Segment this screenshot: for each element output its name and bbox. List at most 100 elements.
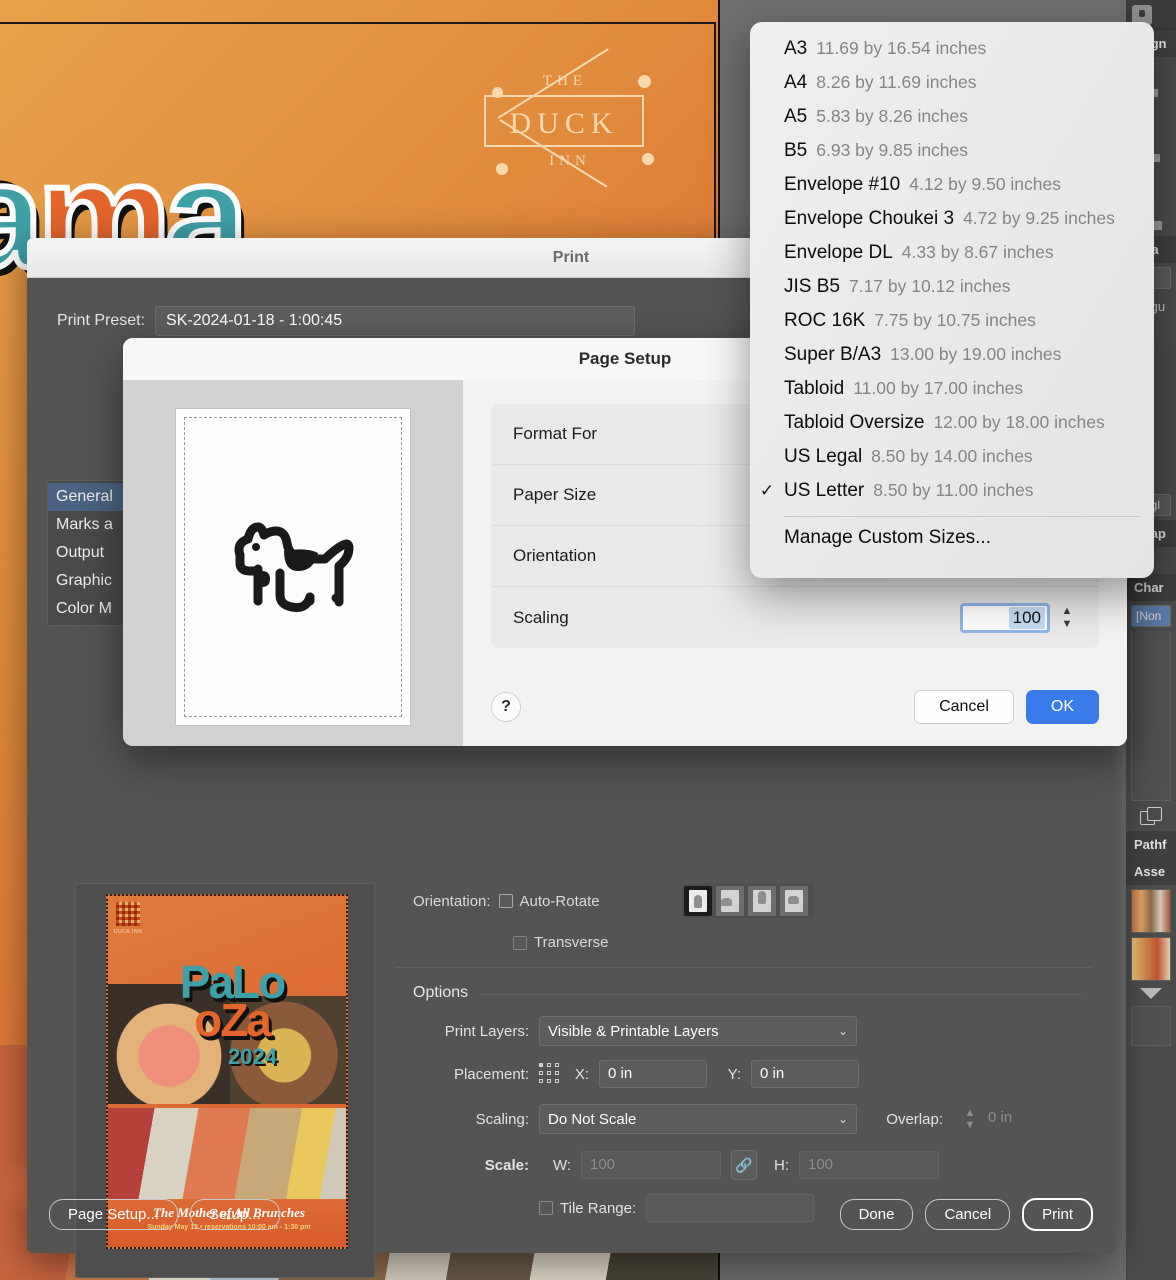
cancel-button[interactable]: Cancel [914,690,1014,724]
print-layers-select[interactable]: Visible & Printable Layers ⌄ [539,1016,857,1046]
paper-size-menu[interactable]: A3 11.69 by 16.54 inches A48.26 by 11.69 i… [750,22,1154,578]
scaling-control[interactable]: 100 ▲▼ [960,601,1077,635]
menu-item-paper-size[interactable]: Envelope DL 4.33 by 8.67 inches [750,238,1154,272]
scaling-value: Do Not Scale [548,1111,636,1128]
setup-button[interactable]: Setup... [190,1199,280,1230]
panel-char-styles-title[interactable]: Char [1126,574,1176,601]
paper-size-name: Envelope DL [784,242,893,264]
scale-h-label: H: [767,1157,789,1174]
menu-item-paper-size[interactable]: Tabloid11.00 by 17.00 inches [750,374,1154,408]
scaling-input[interactable]: 100 [960,603,1050,633]
options-title-text: Options [413,984,468,1001]
check-icon: ✓ [750,481,784,501]
cancel-button[interactable]: Cancel [925,1199,1010,1230]
scaling-row[interactable]: Scaling 100 ▲▼ [491,587,1099,648]
placement-row: Placement: X: 0 in Y: 0 in [395,1060,1091,1088]
panel-pathfinder-title[interactable]: Pathf [1126,831,1176,858]
paper-size-dimensions: 7.75 by 10.75 inches [874,310,1036,331]
scaling-label: Scaling: [413,1111,529,1128]
orientation-label: Orientation [513,546,596,566]
orientation-landscape-button[interactable] [716,886,744,916]
paper-size-name: B5 [784,140,807,162]
menu-item-paper-size[interactable]: ROC 16K7.75 by 10.75 inches [750,306,1154,340]
orientation-label: Orientation: [413,893,491,910]
logo-the: THE [470,73,660,90]
char-style-none[interactable]: [Non [1131,605,1171,627]
menu-separator [784,516,1140,517]
placement-y-input[interactable]: 0 in [751,1060,859,1088]
transverse-checkbox[interactable] [513,936,527,950]
link-chain-icon[interactable]: 🔗 [731,1150,757,1180]
paper-size-name: JIS B5 [784,276,840,298]
scale-w-input[interactable]: 100 [581,1151,721,1179]
ok-button[interactable]: OK [1026,690,1099,724]
assets-footer[interactable] [1131,1006,1171,1046]
paper-size-dimensions: 13.00 by 19.00 inches [890,344,1061,365]
poster-title-line2: oZa [194,994,270,1046]
print-button[interactable]: Print [1022,1198,1093,1231]
menu-item-paper-size[interactable]: A5 5.83 by 8.26 inches [750,102,1154,136]
menu-item-paper-size[interactable]: ✓US Letter8.50 by 11.00 inches [750,476,1154,510]
paper-size-name: A5 [784,106,807,128]
placement-label: Placement: [413,1066,529,1083]
paper-size-name: A3 [784,38,807,60]
paper-size-dimensions: 6.93 by 9.85 inches [816,140,968,161]
paper-size-dimensions: 7.17 by 10.12 inches [849,276,1011,297]
qr-caption: DUCK INN [114,929,142,935]
scaling-stepper[interactable]: ▲▼ [1057,601,1077,635]
paper-size-dimensions: 4.33 by 8.67 inches [902,242,1054,263]
paper-size-name: A4 [784,72,807,94]
paper-size-dimensions: 5.83 by 8.26 inches [816,106,968,127]
format-for-label: Format For [513,424,597,444]
poster-year: 2024 [228,1044,277,1070]
transverse-row: Transverse [395,928,1091,951]
paper-size-name: Envelope Choukei 3 [784,208,954,230]
scale-label: Scale: [413,1157,529,1174]
manage-custom-sizes-label: Manage Custom Sizes... [784,527,991,549]
done-button[interactable]: Done [840,1199,914,1230]
paper-size-dimensions: 11.69 by 16.54 inches [816,38,986,59]
menu-item-paper-size[interactable]: B5 6.93 by 9.85 inches [750,136,1154,170]
page-setup-button[interactable]: Page Setup... [49,1199,178,1230]
orientation-landscape-flipped-button[interactable] [780,886,808,916]
orientation-portrait-flipped-button[interactable] [748,886,776,916]
orientation-buttons[interactable] [682,884,814,918]
placement-x-input[interactable]: 0 in [599,1060,707,1088]
panel-assets-title[interactable]: Asse [1126,858,1176,885]
menu-item-paper-size[interactable]: A48.26 by 11.69 inches [750,68,1154,102]
scaling-label: Scaling [513,608,569,628]
menu-item-paper-size[interactable]: JIS B5 7.17 by 10.12 inches [750,272,1154,306]
transverse-label: Transverse [534,934,608,951]
screen: THE DUCK INN ama Align stri stri [0,0,1176,1280]
menu-item-paper-size[interactable]: Tabloid Oversize12.00 by 18.00 inches [750,408,1154,442]
chevron-down-icon[interactable] [1140,988,1162,999]
asset-thumbnail-1[interactable] [1131,889,1171,933]
paper-size-dimensions: 4.12 by 9.50 inches [909,174,1061,195]
menu-item-manage-custom-sizes[interactable]: Manage Custom Sizes... [750,523,1154,557]
page-setup-preview-pane [123,380,463,746]
paper-size-name: US Letter [784,480,864,502]
menu-item-paper-size[interactable]: Envelope #104.12 by 9.50 inches [750,170,1154,204]
placement-proxy-icon[interactable] [539,1063,561,1085]
asset-thumbnail-2[interactable] [1131,937,1171,981]
paper-size-label: Paper Size [513,485,596,505]
orientation-portrait-button[interactable] [684,886,712,916]
new-style-icon[interactable] [1140,807,1162,825]
print-layers-row: Print Layers: Visible & Printable Layers… [395,1016,1091,1046]
scale-h-input[interactable]: 100 [799,1151,939,1179]
print-preset-select[interactable]: SK-2024-01-18 - 1:00:45 [155,306,635,336]
menu-item-paper-size[interactable]: Super B/A313.00 by 19.00 inches [750,340,1154,374]
menu-item-paper-size[interactable]: A3 11.69 by 16.54 inches [750,34,1154,68]
page-setup-footer: ? Cancel OK [491,690,1099,724]
menu-item-paper-size[interactable]: US Legal8.50 by 14.00 inches [750,442,1154,476]
logo-duck: DUCK [484,107,644,141]
logo-inn: INN [470,153,670,170]
overlap-input[interactable]: 0 in [980,1105,1040,1133]
print-dialog-buttons: Page Setup... Setup... Done Cancel Print [27,1198,1115,1231]
scaling-select[interactable]: Do Not Scale ⌄ [539,1104,857,1134]
duck-inn-logo: THE DUCK INN [470,55,660,185]
menu-item-paper-size[interactable]: Envelope Choukei 34.72 by 9.25 inches [750,204,1154,238]
auto-rotate-checkbox[interactable] [499,894,513,908]
char-styles-list[interactable] [1131,631,1171,801]
help-button[interactable]: ? [491,692,521,722]
